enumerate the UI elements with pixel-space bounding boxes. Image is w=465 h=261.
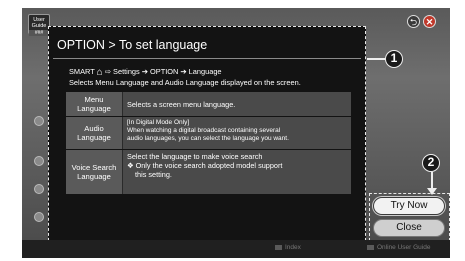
online-guide-link[interactable]: Online User Guide bbox=[367, 244, 430, 251]
row-label: Menu Language bbox=[66, 92, 123, 116]
try-now-button[interactable]: Try Now bbox=[373, 197, 445, 215]
row-desc-line: audio languages, you can select the lang… bbox=[127, 135, 289, 142]
row-desc-line: this setting. bbox=[135, 170, 172, 179]
home-icon: ⌂ bbox=[96, 67, 103, 78]
callout-connector bbox=[367, 58, 385, 60]
callout-badge-1: 1 bbox=[385, 50, 403, 68]
table-row: Voice Search Language Select the languag… bbox=[66, 150, 351, 194]
row-desc-line: Selects a screen menu language. bbox=[127, 99, 236, 109]
title-divider bbox=[53, 58, 361, 59]
nav-rest: ⇨ Settings ➔ OPTION ➔ Language bbox=[104, 67, 222, 76]
row-label-line: Language bbox=[77, 172, 111, 181]
row-description: [In Digital Mode Only] When watching a d… bbox=[123, 117, 351, 149]
panel-title: OPTION > To set language bbox=[57, 38, 208, 52]
row-label: Voice Search Language bbox=[66, 150, 123, 194]
user-guide-badge: User Guide ### bbox=[28, 14, 50, 36]
action-button-group: Try Now Close bbox=[369, 193, 450, 241]
online-guide-label: Online User Guide bbox=[377, 244, 431, 251]
background-glyph-icon bbox=[34, 116, 44, 126]
nav-prefix: SMART bbox=[69, 67, 95, 76]
background-glyph-icon bbox=[34, 212, 44, 222]
row-desc-line: Select the language to make voice search bbox=[127, 152, 263, 161]
row-label-line: Language bbox=[77, 133, 111, 142]
bottom-bar: Index Online User Guide bbox=[22, 240, 450, 258]
badge-sub: ### bbox=[29, 30, 49, 36]
badge-label: User Guide bbox=[31, 17, 47, 29]
user-guide-window: User Guide ### ⮌ ✕ OPTION > To set langu… bbox=[22, 8, 450, 258]
color-key-icon bbox=[367, 244, 374, 250]
option-language-panel: OPTION > To set language SMART ⌂ ⇨ Setti… bbox=[48, 26, 366, 251]
nav-path: SMART ⌂ ⇨ Settings ➔ OPTION ➔ Language bbox=[69, 67, 222, 78]
color-key-icon bbox=[275, 244, 282, 250]
row-label-line: Audio bbox=[84, 124, 104, 133]
index-link[interactable]: Index bbox=[275, 244, 301, 251]
row-label-line: Voice Search bbox=[71, 163, 117, 172]
table-row: Menu Language Selects a screen menu lang… bbox=[66, 92, 351, 116]
language-options-table: Menu Language Selects a screen menu lang… bbox=[66, 91, 351, 195]
row-label-line: Menu bbox=[84, 95, 104, 104]
row-desc-line: [In Digital Mode Only] bbox=[127, 119, 190, 126]
back-icon[interactable]: ⮌ bbox=[407, 15, 420, 28]
background-glyph-icon bbox=[34, 184, 44, 194]
close-icon[interactable]: ✕ bbox=[423, 15, 436, 28]
callout-badge-2: 2 bbox=[422, 154, 440, 172]
background-glyph-icon bbox=[34, 156, 44, 166]
panel-description: Selects Menu Language and Audio Language… bbox=[69, 78, 301, 87]
index-label: Index bbox=[285, 244, 301, 251]
row-desc-line: ❖ Only the voice search adopted model su… bbox=[127, 161, 283, 170]
row-label: Audio Language bbox=[66, 117, 123, 149]
row-desc-line: When watching a digital broadcast contai… bbox=[127, 127, 281, 134]
row-description: Selects a screen menu language. bbox=[123, 92, 351, 116]
table-row: Audio Language [In Digital Mode Only] Wh… bbox=[66, 117, 351, 149]
row-label-line: Language bbox=[77, 104, 111, 113]
close-button[interactable]: Close bbox=[373, 219, 445, 237]
row-description: Select the language to make voice search… bbox=[123, 150, 351, 194]
